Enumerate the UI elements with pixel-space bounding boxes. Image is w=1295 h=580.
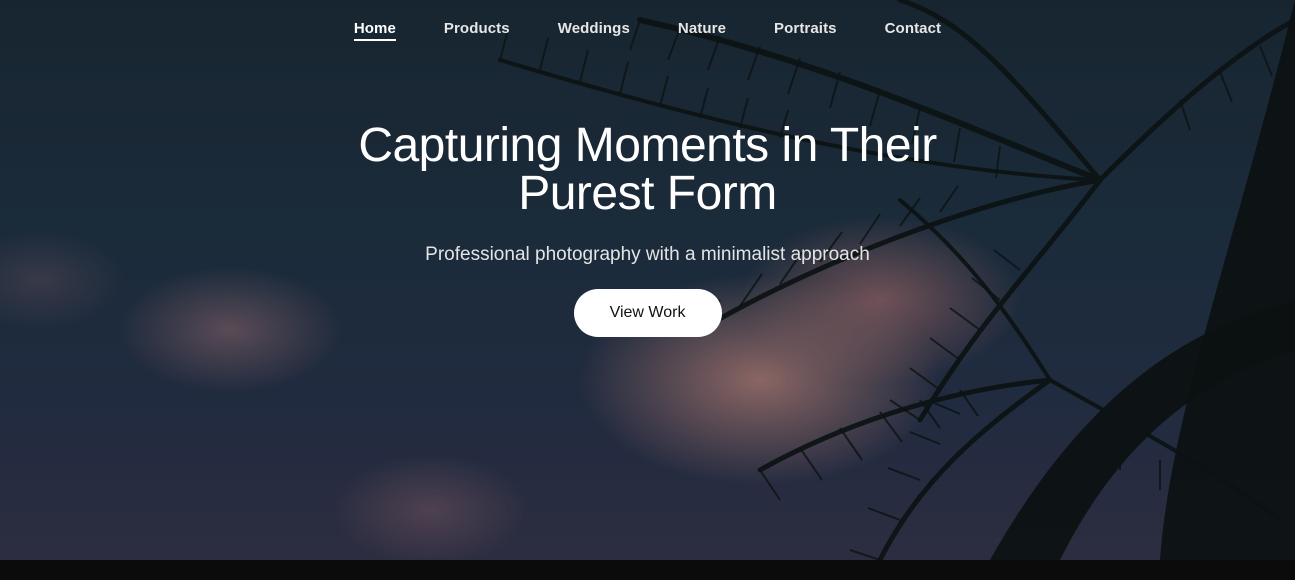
nav-item-label: Portraits [774,20,837,37]
hero-title: Capturing Moments in Their Purest Form [358,119,937,220]
hero-content: Capturing Moments in Their Purest Form P… [0,122,1295,337]
nav-item-label: Nature [677,20,727,37]
nav-item-label: Products [443,20,510,37]
view-work-button[interactable]: View Work [573,289,722,337]
hero-subtitle: Professional photography with a minimali… [425,244,870,265]
main-nav: Home Products Weddings Nature Portraits … [0,20,1295,41]
nav-item-portraits[interactable]: Portraits [750,20,861,41]
nav-item-weddings[interactable]: Weddings [534,20,654,41]
active-underline [353,39,396,41]
hero-section: Home Products Weddings Nature Portraits … [0,0,1295,560]
nav-item-label: Contact [884,20,942,37]
nav-item-contact[interactable]: Contact [861,20,966,41]
nav-item-products[interactable]: Products [420,20,534,41]
nav-item-label: Weddings [557,20,630,37]
nav-item-label: Home [353,20,396,37]
nav-item-nature[interactable]: Nature [654,20,750,41]
footer-strip [0,560,1295,580]
nav-item-home[interactable]: Home [330,20,420,41]
